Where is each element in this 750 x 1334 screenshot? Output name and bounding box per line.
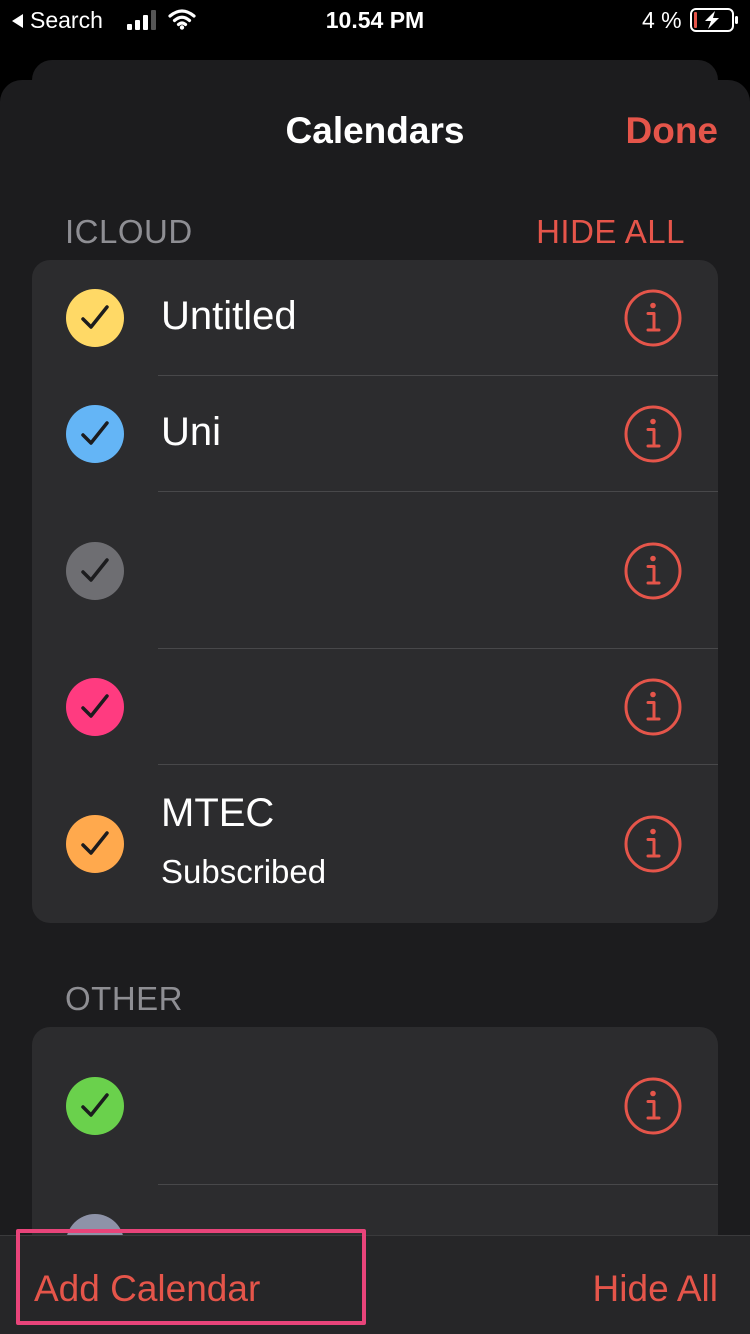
calendar-checkmark-icon[interactable] [66,1077,124,1135]
calendar-checkmark-icon[interactable] [66,289,124,347]
hide-all-button[interactable]: Hide All [593,1268,718,1310]
calendar-name: Uni [161,410,222,454]
calendar-subtitle: Subscribed [161,853,327,890]
calendar-row[interactable]: Untitled [32,260,718,376]
calendar-row[interactable]: Uni [32,376,718,492]
info-icon[interactable] [624,289,682,347]
status-bar: Search 10.54 PM 4 % [0,0,750,42]
calendar-name: MTEC [161,791,275,835]
calendar-checkmark-icon[interactable] [66,541,124,600]
info-icon[interactable] [624,1077,682,1135]
calendar-checkmark-icon[interactable] [66,405,124,463]
battery-percentage: 4 % [642,7,682,33]
info-icon[interactable] [624,542,682,600]
calendar-row[interactable]: MTEC Subscribed [32,765,718,923]
calendar-checkmark-icon[interactable] [66,678,124,736]
calendar-row[interactable] [32,1027,718,1185]
battery-charging-icon [690,8,738,32]
screen: Search 10.54 PM 4 % Calendars Done ICLOU… [0,0,750,1334]
calendar-name: Untitled [161,294,297,338]
status-time: 10.54 PM [325,7,425,33]
calendar-checkmark-icon[interactable] [66,815,124,873]
info-icon[interactable] [624,405,682,463]
calendars-sheet: Calendars Done ICLOUD HIDE ALL Untitled U… [0,80,750,1334]
icloud-calendar-list: Untitled Uni MTEC Subscribed [32,260,718,923]
calendar-row[interactable] [32,492,718,649]
calendar-row[interactable] [32,649,718,765]
highlight-annotation [16,1229,366,1325]
hide-all-icloud-button[interactable]: HIDE ALL [536,213,685,251]
done-button[interactable]: Done [626,110,719,152]
section-header-other: OTHER [65,980,183,1017]
info-icon[interactable] [624,815,682,873]
info-icon[interactable] [624,678,682,736]
section-header-icloud: ICLOUD [65,213,193,250]
